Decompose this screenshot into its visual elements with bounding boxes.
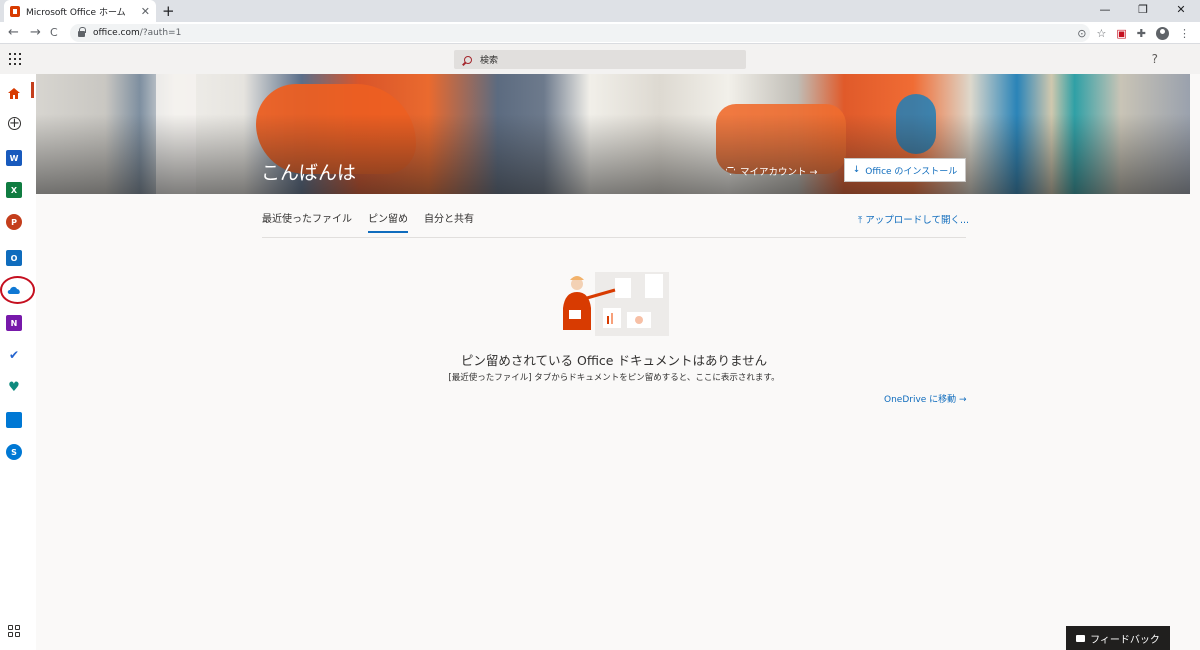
powerpoint-icon[interactable]: P xyxy=(6,214,22,230)
tab-shared[interactable]: 自分と共有 xyxy=(424,210,474,233)
url-path: /?auth=1 xyxy=(139,28,182,38)
office-suite-bar: 検索 ? xyxy=(0,44,1200,74)
create-icon[interactable]: + xyxy=(8,117,21,130)
todo-icon[interactable]: ✔ xyxy=(6,347,22,363)
address-bar[interactable]: office.com/?auth=1 xyxy=(70,24,1090,42)
upload-label: アップロードして開く... xyxy=(865,215,970,226)
new-tab-button[interactable]: + xyxy=(162,2,175,20)
tab-pinned[interactable]: ピン留め xyxy=(368,210,408,233)
hero-banner: こんばんは マイアカウント → ↓ Office のインストール xyxy=(36,74,1190,194)
highlight-circle-annotation xyxy=(0,276,35,304)
url-host: office.com xyxy=(93,28,140,38)
excel-icon[interactable]: X xyxy=(6,182,22,198)
app-rail: + W X P O N ✔ ♥ S xyxy=(0,74,36,650)
feedback-button[interactable]: フィードバック xyxy=(1066,626,1170,650)
search-placeholder: 検索 xyxy=(480,56,499,66)
browser-toolbar: ← → C office.com/?auth=1 ⊙ ☆ ▣ ✚ ⋮ xyxy=(0,22,1200,44)
upload-and-open-link[interactable]: ⤒ アップロードして開く... xyxy=(858,212,969,226)
home-icon[interactable] xyxy=(6,85,22,101)
extension-shield-icon[interactable]: ▣ xyxy=(1116,27,1126,40)
store-apps-icon[interactable] xyxy=(8,625,20,637)
minimize-button[interactable]: — xyxy=(1086,0,1124,22)
tab-recent[interactable]: 最近使ったファイル xyxy=(262,210,352,233)
bookmark-star-icon[interactable]: ☆ xyxy=(1097,27,1107,40)
office-favicon-icon xyxy=(10,5,20,17)
reload-button[interactable]: C xyxy=(50,24,58,42)
browser-tabstrip: Microsoft Office ホーム ✕ + — ❐ ✕ xyxy=(0,0,1200,22)
family-safety-icon[interactable]: ♥ xyxy=(6,379,22,395)
word-icon[interactable]: W xyxy=(6,150,22,166)
skype-icon[interactable]: S xyxy=(6,444,22,460)
forward-button[interactable]: → xyxy=(30,24,41,42)
window-controls: — ❐ ✕ xyxy=(1086,0,1200,22)
install-office-label: Office のインストール xyxy=(865,166,958,177)
onenote-icon[interactable]: N xyxy=(6,315,22,331)
puzzle-extensions-icon[interactable]: ✚ xyxy=(1137,27,1146,40)
greeting-title: こんばんは xyxy=(261,162,357,184)
feedback-label: フィードバック xyxy=(1090,634,1160,646)
browser-tab[interactable]: Microsoft Office ホーム ✕ xyxy=(4,0,156,22)
app-launcher-icon[interactable] xyxy=(9,53,21,65)
install-office-button[interactable]: ↓ Office のインストール xyxy=(844,158,966,182)
profile-avatar-icon[interactable] xyxy=(1156,26,1169,40)
outlook-icon[interactable]: O xyxy=(6,250,22,266)
empty-state-subtitle: [最近使ったファイル] タブからドキュメントをピン留めすると、ここに表示されます… xyxy=(448,373,780,383)
browser-tab-title: Microsoft Office ホーム xyxy=(26,7,126,18)
go-to-onedrive-link[interactable]: OneDrive に移動 → xyxy=(884,392,967,405)
browser-menu-icon[interactable]: ⋮ xyxy=(1179,27,1190,40)
restore-button[interactable]: ❐ xyxy=(1124,0,1162,22)
search-icon xyxy=(464,55,472,64)
browser-extension-icons: ⊙ ☆ ▣ ✚ ⋮ xyxy=(1077,24,1190,42)
tabs-divider xyxy=(262,237,966,238)
empty-state-title: ピン留めされている Office ドキュメントはありません xyxy=(460,353,768,368)
active-indicator xyxy=(31,82,34,98)
empty-pinned-illustration xyxy=(563,272,669,336)
calendar-icon[interactable] xyxy=(6,412,22,428)
feedback-icon xyxy=(1076,634,1086,642)
lens-icon[interactable]: ⊙ xyxy=(1077,27,1086,40)
hero-shade xyxy=(36,114,1190,194)
my-account-label: マイアカウント → xyxy=(740,167,818,178)
close-tab-icon[interactable]: ✕ xyxy=(141,5,150,18)
close-window-button[interactable]: ✕ xyxy=(1162,0,1200,22)
help-button[interactable]: ? xyxy=(1152,52,1158,66)
search-input[interactable]: 検索 xyxy=(454,50,746,69)
back-button[interactable]: ← xyxy=(8,24,19,42)
diamond-icon xyxy=(726,167,735,175)
lock-icon xyxy=(78,27,86,37)
file-tabs: 最近使ったファイル ピン留め 自分と共有 xyxy=(262,210,490,233)
download-icon: ↓ xyxy=(852,165,861,175)
my-account-link[interactable]: マイアカウント → xyxy=(726,164,817,178)
